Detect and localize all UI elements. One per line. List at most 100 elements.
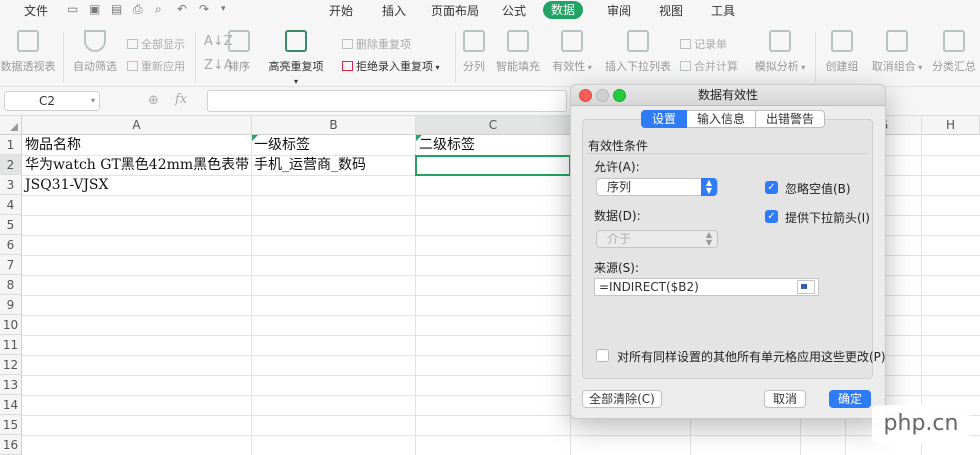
insert-dropdown-list-button[interactable]: 插入下拉列表 <box>604 30 672 74</box>
autofilter-button[interactable]: 自动筛选 <box>72 30 118 74</box>
tab-start[interactable]: 开始 <box>329 2 353 19</box>
tab-review[interactable]: 审阅 <box>607 2 631 19</box>
row-header[interactable]: 1 <box>0 135 22 155</box>
ribbon-divider <box>195 32 196 82</box>
print-preview-icon[interactable]: ⌕ <box>155 3 167 15</box>
name-box[interactable]: C2 ▾ <box>4 91 100 111</box>
apply-all-checkbox[interactable] <box>596 349 609 362</box>
tab-view[interactable]: 视图 <box>659 2 683 19</box>
pivot-table-icon <box>17 30 39 52</box>
ungroup-button[interactable]: 取消组合 ▾ <box>868 30 926 74</box>
tab-data[interactable]: 数据 <box>543 1 583 19</box>
row-header[interactable]: 15 <box>0 415 22 435</box>
pivot-table-button[interactable]: 数据透视表 <box>0 30 56 74</box>
print-icon[interactable]: ⎙ <box>133 3 145 15</box>
column-header-a[interactable]: A <box>22 116 252 135</box>
highlight-duplicates-button[interactable]: 高亮重复项 ▾ <box>266 30 326 87</box>
row-header[interactable]: 6 <box>0 235 22 255</box>
validation-icon <box>561 30 583 52</box>
highlight-duplicates-icon <box>285 30 307 52</box>
show-all-button[interactable]: 全部显示 <box>127 36 185 52</box>
row-header[interactable]: 4 <box>0 195 22 215</box>
tab-settings[interactable]: 设置 <box>641 110 687 128</box>
row-header[interactable]: 8 <box>0 275 22 295</box>
cell-a1[interactable]: 物品名称 <box>25 135 81 155</box>
selected-cell-c2[interactable] <box>415 155 571 176</box>
column-header-b[interactable]: B <box>252 116 416 135</box>
remove-duplicates-button[interactable]: 删除重复项 <box>342 36 411 52</box>
ignore-blank-checkbox[interactable]: ✓ <box>765 181 778 194</box>
row-header[interactable]: 3 <box>0 175 22 195</box>
create-group-icon <box>831 30 853 52</box>
filter-refresh-icon <box>127 61 138 71</box>
row-header[interactable]: 16 <box>0 435 22 455</box>
subtotal-button[interactable]: 分类汇总 <box>930 30 978 74</box>
tab-insert[interactable]: 插入 <box>382 2 406 19</box>
column-header-c[interactable]: C <box>416 116 571 135</box>
sort-icon <box>228 30 250 52</box>
ungroup-icon <box>886 30 908 52</box>
split-column-icon <box>463 30 485 52</box>
minimize-window-icon[interactable] <box>596 89 609 102</box>
apply-all-label: 对所有同样设置的其他所有单元格应用这些更改(P) <box>617 348 886 365</box>
row-header[interactable]: 10 <box>0 315 22 335</box>
row-header[interactable]: 14 <box>0 395 22 415</box>
tab-formula[interactable]: 公式 <box>502 2 526 19</box>
close-window-icon[interactable] <box>579 89 592 102</box>
chevron-down-icon[interactable]: ▾ <box>221 3 233 15</box>
smart-fill-button[interactable]: 智能填充 <box>494 30 542 74</box>
data-operator-select[interactable]: 介于 ▲▼ <box>596 230 718 248</box>
export-pdf-icon[interactable]: ▤ <box>111 3 123 15</box>
allow-select[interactable]: 序列 ▲▼ <box>596 178 718 196</box>
split-column-button[interactable]: 分列 <box>462 30 486 74</box>
reapply-button[interactable]: 重新应用 <box>127 58 185 74</box>
cell-comment-marker <box>416 135 422 141</box>
clear-all-button[interactable]: 全部清除(C) <box>582 390 662 408</box>
record-form-icon <box>680 39 691 49</box>
dialog-title-bar[interactable]: 数据有效性 <box>571 85 885 106</box>
function-icon[interactable]: fx <box>175 92 187 107</box>
row-header[interactable]: 2 <box>0 155 22 175</box>
zoom-search-icon[interactable]: ⊕ <box>148 93 159 108</box>
row-header[interactable]: 9 <box>0 295 22 315</box>
row-header[interactable]: 12 <box>0 355 22 375</box>
save-icon[interactable]: ▣ <box>89 3 101 15</box>
tab-input-message[interactable]: 输入信息 <box>687 110 756 128</box>
row-header[interactable]: 5 <box>0 215 22 235</box>
open-folder-icon[interactable]: ▭ <box>67 3 79 15</box>
create-group-button[interactable]: 创建组 <box>822 30 862 74</box>
tab-page-layout[interactable]: 页面布局 <box>431 2 479 19</box>
cell-b2[interactable]: 手机_运营商_数码 <box>254 155 366 175</box>
merge-calc-button[interactable]: 合并计算 <box>680 58 738 74</box>
source-input[interactable]: =INDIRECT($B2) <box>594 278 819 296</box>
column-header-h[interactable]: H <box>922 116 980 135</box>
redo-icon[interactable]: ↷ <box>199 3 211 15</box>
chevron-down-icon[interactable]: ▾ <box>91 92 95 110</box>
insert-dropdown-list-icon <box>627 30 649 52</box>
what-if-analysis-button[interactable]: 模拟分析 ▾ <box>752 30 808 74</box>
zoom-window-icon[interactable] <box>613 89 626 102</box>
tab-tools[interactable]: 工具 <box>711 2 735 19</box>
reject-duplicates-button[interactable]: 拒绝录入重复项 ▾ <box>342 58 440 74</box>
select-all-corner[interactable] <box>0 116 22 135</box>
ok-button[interactable]: 确定 <box>829 390 871 408</box>
cell-a3[interactable]: JSQ31-VJSX <box>25 175 109 195</box>
record-form-button[interactable]: 记录单 <box>680 36 727 52</box>
range-picker-icon[interactable] <box>797 280 815 294</box>
file-menu[interactable]: 文件 <box>24 2 48 19</box>
row-header[interactable]: 7 <box>0 255 22 275</box>
validation-button[interactable]: 有效性 ▾ <box>550 30 594 74</box>
dropdown-arrow-checkbox[interactable]: ✓ <box>765 210 778 223</box>
cancel-button[interactable]: 取消 <box>764 390 806 408</box>
undo-icon[interactable]: ↶ <box>177 3 189 15</box>
cell-a2[interactable]: 华为watch GT黑色42mm黑色表带 <box>25 155 249 175</box>
cell-c1[interactable]: 二级标签 <box>419 135 475 155</box>
section-divider <box>587 153 868 154</box>
row-header[interactable]: 11 <box>0 335 22 355</box>
sort-button[interactable]: 排序 <box>224 30 254 74</box>
formula-input[interactable] <box>207 90 567 112</box>
cell-b1[interactable]: 一级标签 <box>254 135 310 155</box>
tab-error-alert[interactable]: 出错警告 <box>756 110 825 128</box>
row-header[interactable]: 13 <box>0 375 22 395</box>
menu-bar: 文件 ▭ ▣ ▤ ⎙ ⌕ ↶ ↷ ▾ 开始 插入 页面布局 公式 数据 审阅 视… <box>0 0 980 20</box>
